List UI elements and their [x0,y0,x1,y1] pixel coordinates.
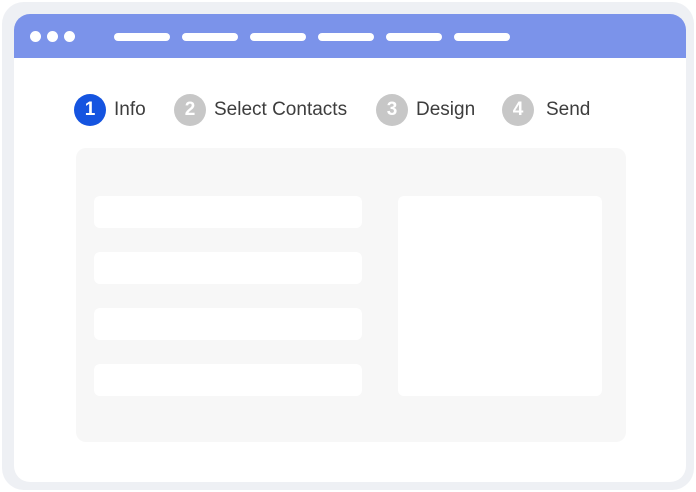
step-label: Send [546,99,591,120]
tab-placeholder[interactable] [182,33,238,41]
form-field[interactable] [94,196,362,228]
window-control-dot[interactable] [47,31,58,42]
tab-placeholder[interactable] [250,33,306,41]
window-control-dot[interactable] [64,31,75,42]
step-select-contacts[interactable]: 2 Select Contacts [174,94,347,126]
step-label: Design [416,99,476,120]
step-send[interactable]: 4 Send [502,94,590,126]
window-control-dot[interactable] [30,31,41,42]
form-field[interactable] [94,364,362,396]
device-frame: 1 Info 2 Select Contacts 3 Design 4 Send [2,2,694,490]
step-info[interactable]: 1 Info [74,94,146,126]
browser-window: 1 Info 2 Select Contacts 3 Design 4 Send [14,14,686,482]
title-bar [14,14,686,58]
step-design[interactable]: 3 Design [376,94,475,126]
step-number: 3 [376,94,408,126]
form-panel [76,148,626,442]
step-label: Info [114,99,146,120]
step-number: 2 [174,94,206,126]
form-field[interactable] [94,252,362,284]
preview-box [398,196,602,396]
step-number: 1 [74,94,106,126]
tab-placeholder[interactable] [454,33,510,41]
form-field[interactable] [94,308,362,340]
step-label: Select Contacts [214,99,348,120]
tab-placeholder[interactable] [386,33,442,41]
step-number: 4 [502,94,534,126]
tab-placeholder[interactable] [114,33,170,41]
tab-placeholder[interactable] [318,33,374,41]
